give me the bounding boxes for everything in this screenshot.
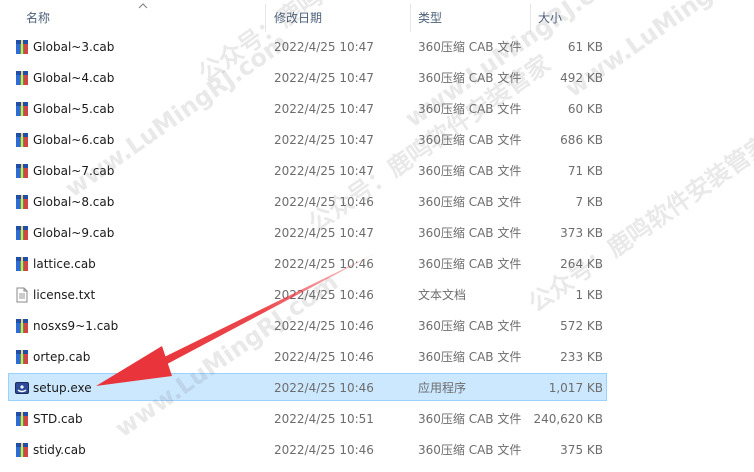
- file-name: Global~4.cab: [33, 71, 115, 85]
- file-size: 373 KB: [560, 226, 603, 240]
- file-type: 360压缩 CAB 文件: [418, 133, 522, 147]
- file-date: 2022/4/25 10:46: [274, 257, 374, 271]
- file-name: STD.cab: [33, 412, 83, 426]
- sort-ascending-icon: [138, 3, 148, 9]
- file-type: 360压缩 CAB 文件: [418, 257, 522, 271]
- cab-archive-icon: [14, 39, 30, 55]
- file-size: 264 KB: [560, 257, 603, 271]
- file-type: 360压缩 CAB 文件: [418, 412, 522, 426]
- cab-archive-icon: [14, 163, 30, 179]
- file-row[interactable]: Global~8.cab 2022/4/25 10:46 360压缩 CAB 文件 7…: [0, 187, 754, 218]
- file-type: 文本文档: [418, 288, 467, 302]
- file-type: 360压缩 CAB 文件: [418, 195, 522, 209]
- cab-archive-icon: [14, 318, 30, 334]
- file-name: Global~9.cab: [33, 226, 115, 240]
- file-date: 2022/4/25 10:47: [274, 133, 374, 147]
- cab-archive-icon: [14, 70, 30, 86]
- file-row[interactable]: Global~4.cab 2022/4/25 10:47 360压缩 CAB 文件 4…: [0, 63, 754, 94]
- file-name: Global~7.cab: [33, 164, 115, 178]
- file-name: setup.exe: [33, 381, 92, 395]
- file-size: 686 KB: [560, 133, 603, 147]
- file-date: 2022/4/25 10:46: [274, 443, 374, 457]
- file-name: ortep.cab: [33, 350, 91, 364]
- file-date: 2022/4/25 10:47: [274, 40, 374, 54]
- file-date: 2022/4/25 10:46: [274, 195, 374, 209]
- setup-application-icon: [14, 380, 30, 396]
- cab-archive-icon: [14, 411, 30, 427]
- file-name: license.txt: [33, 288, 96, 302]
- file-name: stidy.cab: [33, 443, 86, 457]
- file-type: 360压缩 CAB 文件: [418, 71, 522, 85]
- file-size: 492 KB: [560, 71, 603, 85]
- file-name: Global~8.cab: [33, 195, 115, 209]
- column-type-header[interactable]: 类型: [418, 0, 442, 32]
- cab-archive-icon: [14, 132, 30, 148]
- file-date: 2022/4/25 10:47: [274, 164, 374, 178]
- file-name: Global~3.cab: [33, 40, 115, 54]
- cab-archive-icon: [14, 442, 30, 458]
- file-size: 572 KB: [560, 319, 603, 333]
- file-date: 2022/4/25 10:46: [274, 319, 374, 333]
- file-type: 360压缩 CAB 文件: [418, 350, 522, 364]
- file-type: 360压缩 CAB 文件: [418, 443, 522, 457]
- file-size: 1 KB: [575, 288, 603, 302]
- file-type: 360压缩 CAB 文件: [418, 102, 522, 116]
- file-name: Global~6.cab: [33, 133, 115, 147]
- file-type: 360压缩 CAB 文件: [418, 226, 522, 240]
- file-row[interactable]: license.txt 2022/4/25 10:46 文本文档 1 KB: [0, 280, 754, 311]
- column-divider[interactable]: [410, 4, 411, 32]
- column-size-header[interactable]: 大小: [538, 0, 562, 32]
- column-name-header[interactable]: 名称: [26, 0, 50, 32]
- file-row[interactable]: Global~9.cab 2022/4/25 10:47 360压缩 CAB 文件 3…: [0, 218, 754, 249]
- file-date: 2022/4/25 10:51: [274, 412, 374, 426]
- cab-archive-icon: [14, 194, 30, 210]
- file-date: 2022/4/25 10:47: [274, 71, 374, 85]
- column-divider[interactable]: [265, 4, 266, 32]
- file-size: 61 KB: [567, 40, 603, 54]
- cab-archive-icon: [14, 101, 30, 117]
- column-divider[interactable]: [530, 4, 531, 32]
- file-row[interactable]: stidy.cab 2022/4/25 10:46 360压缩 CAB 文件 375 …: [0, 435, 754, 466]
- file-name: nosxs9~1.cab: [33, 319, 119, 333]
- file-size: 1,017 KB: [548, 381, 603, 395]
- file-size: 71 KB: [567, 164, 603, 178]
- file-row[interactable]: setup.exe 2022/4/25 10:46 应用程序 1,017 KB: [0, 373, 754, 404]
- file-name: Global~5.cab: [33, 102, 115, 116]
- cab-archive-icon: [14, 256, 30, 272]
- column-date-header[interactable]: 修改日期: [274, 0, 322, 32]
- file-row[interactable]: Global~5.cab 2022/4/25 10:47 360压缩 CAB 文件 6…: [0, 94, 754, 125]
- file-size: 7 KB: [575, 195, 603, 209]
- file-row[interactable]: lattice.cab 2022/4/25 10:46 360压缩 CAB 文件 26…: [0, 249, 754, 280]
- file-type: 360压缩 CAB 文件: [418, 319, 522, 333]
- file-size: 60 KB: [567, 102, 603, 116]
- file-date: 2022/4/25 10:47: [274, 226, 374, 240]
- file-type: 应用程序: [418, 381, 467, 395]
- file-size: 240,620 KB: [533, 412, 603, 426]
- file-type: 360压缩 CAB 文件: [418, 40, 522, 54]
- file-row[interactable]: STD.cab 2022/4/25 10:51 360压缩 CAB 文件 240,62…: [0, 404, 754, 435]
- file-row[interactable]: Global~7.cab 2022/4/25 10:47 360压缩 CAB 文件 7…: [0, 156, 754, 187]
- file-row[interactable]: nosxs9~1.cab 2022/4/25 10:46 360压缩 CAB 文件 5…: [0, 311, 754, 342]
- column-header: 名称 修改日期 类型 大小: [0, 0, 754, 32]
- file-row[interactable]: ortep.cab 2022/4/25 10:46 360压缩 CAB 文件 233 …: [0, 342, 754, 373]
- file-date: 2022/4/25 10:46: [274, 350, 374, 364]
- file-size: 375 KB: [560, 443, 603, 457]
- file-type: 360压缩 CAB 文件: [418, 164, 522, 178]
- file-date: 2022/4/25 10:46: [274, 381, 374, 395]
- file-row[interactable]: Global~3.cab 2022/4/25 10:47 360压缩 CAB 文件 6…: [0, 32, 754, 63]
- cab-archive-icon: [14, 225, 30, 241]
- file-size: 233 KB: [560, 350, 603, 364]
- file-row[interactable]: Global~6.cab 2022/4/25 10:47 360压缩 CAB 文件 6…: [0, 125, 754, 156]
- text-document-icon: [14, 287, 30, 303]
- cab-archive-icon: [14, 349, 30, 365]
- file-date: 2022/4/25 10:47: [274, 102, 374, 116]
- file-name: lattice.cab: [33, 257, 96, 271]
- file-date: 2022/4/25 10:46: [274, 288, 374, 302]
